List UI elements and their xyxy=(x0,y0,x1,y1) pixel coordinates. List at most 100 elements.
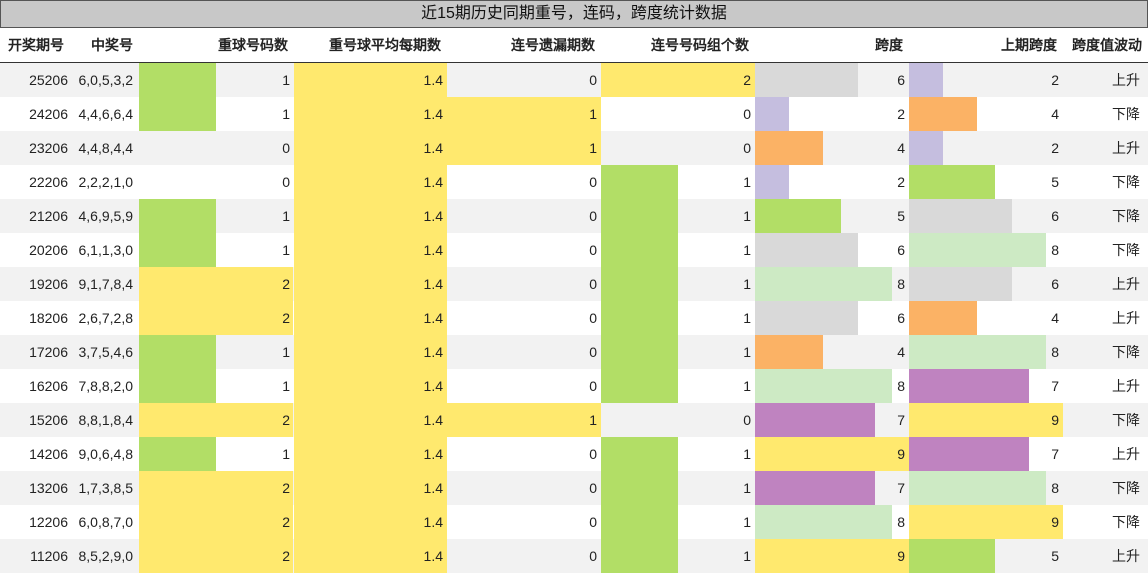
repeat-count-cell-bar xyxy=(139,539,293,573)
header-repeat-average: 重号球平均每期数 xyxy=(294,28,447,63)
previous-span-cell-bar xyxy=(909,131,943,165)
span-cell-bar xyxy=(755,437,909,471)
span-cell-bar xyxy=(755,233,858,267)
numbers-cell: 9,0,6,4,8 xyxy=(70,437,139,471)
span-cell-value: 7 xyxy=(897,412,905,428)
repeat-count-cell: 1 xyxy=(139,62,294,97)
table-row: 21206 4,6,9,5,9 1 1.4 0 1 5 6 下降 xyxy=(0,199,1148,233)
issue-cell: 14206 xyxy=(0,437,70,471)
span-cell-value: 4 xyxy=(897,344,905,360)
repeat-count-cell-value: 2 xyxy=(282,480,290,496)
repeat-average-cell-value: 1.4 xyxy=(423,106,443,122)
repeat-average-cell: 1.4 xyxy=(294,97,447,131)
span-cell-value: 2 xyxy=(897,106,905,122)
numbers-cell: 8,8,1,8,4 xyxy=(70,403,139,437)
consecutive-miss-cell-bar xyxy=(447,97,601,131)
table-row: 14206 9,0,6,4,8 1 1.4 0 1 9 7 上升 xyxy=(0,437,1148,471)
consecutive-groups-cell-value: 0 xyxy=(743,140,751,156)
consecutive-groups-cell: 1 xyxy=(601,233,755,267)
consecutive-miss-cell-value: 0 xyxy=(589,174,597,190)
repeat-count-cell: 2 xyxy=(139,505,294,539)
span-cell-bar xyxy=(755,403,875,437)
repeat-average-cell-value: 1.4 xyxy=(423,446,443,462)
repeat-count-cell-bar xyxy=(139,335,216,369)
span-cell: 9 xyxy=(755,539,909,573)
span-wave-cell: 下降 xyxy=(1063,335,1148,369)
previous-span-cell-value: 6 xyxy=(1051,208,1059,224)
previous-span-cell-value: 6 xyxy=(1051,276,1059,292)
repeat-average-cell: 1.4 xyxy=(294,403,447,437)
previous-span-cell: 8 xyxy=(909,335,1063,369)
repeat-average-cell-value: 1.4 xyxy=(423,276,443,292)
consecutive-miss-cell: 0 xyxy=(447,301,601,335)
repeat-average-cell-value: 1.4 xyxy=(423,242,443,258)
consecutive-groups-cell: 1 xyxy=(601,267,755,301)
previous-span-cell: 9 xyxy=(909,403,1063,437)
span-cell-bar xyxy=(755,505,892,539)
header-span-wave: 跨度值波动 xyxy=(1063,28,1148,63)
repeat-count-cell-bar xyxy=(139,369,216,403)
span-cell-value: 4 xyxy=(897,140,905,156)
consecutive-groups-cell-value: 1 xyxy=(743,480,751,496)
consecutive-groups-cell: 1 xyxy=(601,505,755,539)
repeat-average-cell: 1.4 xyxy=(294,369,447,403)
span-cell-bar xyxy=(755,369,892,403)
span-cell-bar xyxy=(755,301,858,335)
issue-cell: 18206 xyxy=(0,301,70,335)
repeat-average-cell-value: 1.4 xyxy=(423,344,443,360)
consecutive-groups-cell-bar xyxy=(601,539,678,573)
span-wave-cell: 上升 xyxy=(1063,267,1148,301)
repeat-count-cell: 1 xyxy=(139,97,294,131)
table-row: 24206 4,4,6,6,4 1 1.4 1 0 2 4 下降 xyxy=(0,97,1148,131)
previous-span-cell-bar xyxy=(909,539,995,573)
previous-span-cell-value: 5 xyxy=(1051,174,1059,190)
repeat-average-cell: 1.4 xyxy=(294,437,447,471)
span-cell-value: 8 xyxy=(897,378,905,394)
span-cell-bar xyxy=(755,97,789,131)
repeat-average-cell: 1.4 xyxy=(294,505,447,539)
consecutive-miss-cell-value: 0 xyxy=(589,276,597,292)
previous-span-cell-value: 9 xyxy=(1051,514,1059,530)
consecutive-miss-cell-value: 1 xyxy=(589,140,597,156)
repeat-average-cell: 1.4 xyxy=(294,471,447,505)
consecutive-miss-cell-value: 0 xyxy=(589,480,597,496)
span-cell-value: 9 xyxy=(897,548,905,564)
previous-span-cell: 5 xyxy=(909,539,1063,573)
header-issue: 开奖期号 xyxy=(0,28,70,63)
table-title: 近15期历史同期重号，连码，跨度统计数据 xyxy=(0,0,1148,28)
repeat-average-cell: 1.4 xyxy=(294,131,447,165)
repeat-average-cell-value: 1.4 xyxy=(423,412,443,428)
previous-span-cell: 4 xyxy=(909,97,1063,131)
span-cell-value: 6 xyxy=(897,310,905,326)
issue-cell: 20206 xyxy=(0,233,70,267)
repeat-count-cell-bar xyxy=(139,199,216,233)
table-row: 22206 2,2,2,1,0 0 1.4 0 1 2 5 下降 xyxy=(0,165,1148,199)
repeat-average-cell: 1.4 xyxy=(294,301,447,335)
consecutive-miss-cell-value: 0 xyxy=(589,310,597,326)
issue-cell: 17206 xyxy=(0,335,70,369)
repeat-average-cell-value: 1.4 xyxy=(423,208,443,224)
repeat-count-cell-value: 2 xyxy=(282,412,290,428)
repeat-count-cell-bar xyxy=(139,301,293,335)
span-cell-value: 8 xyxy=(897,276,905,292)
previous-span-cell: 9 xyxy=(909,505,1063,539)
table-row: 16206 7,8,8,2,0 1 1.4 0 1 8 7 上升 xyxy=(0,369,1148,403)
repeat-count-cell: 0 xyxy=(139,165,294,199)
consecutive-miss-cell-value: 0 xyxy=(589,208,597,224)
previous-span-cell-bar xyxy=(909,199,1012,233)
repeat-count-cell-bar xyxy=(139,233,216,267)
consecutive-miss-cell-value: 0 xyxy=(589,344,597,360)
consecutive-groups-cell-bar xyxy=(601,63,755,97)
repeat-count-cell-value: 2 xyxy=(282,548,290,564)
previous-span-cell-bar xyxy=(909,63,943,97)
previous-span-cell-value: 9 xyxy=(1051,412,1059,428)
issue-cell: 23206 xyxy=(0,131,70,165)
consecutive-miss-cell: 0 xyxy=(447,437,601,471)
consecutive-miss-cell-value: 1 xyxy=(589,412,597,428)
previous-span-cell-value: 4 xyxy=(1051,310,1059,326)
consecutive-groups-cell: 1 xyxy=(601,369,755,403)
table-row: 17206 3,7,5,4,6 1 1.4 0 1 4 8 下降 xyxy=(0,335,1148,369)
span-wave-cell: 上升 xyxy=(1063,369,1148,403)
repeat-count-cell-value: 1 xyxy=(282,72,290,88)
consecutive-groups-cell: 1 xyxy=(601,165,755,199)
